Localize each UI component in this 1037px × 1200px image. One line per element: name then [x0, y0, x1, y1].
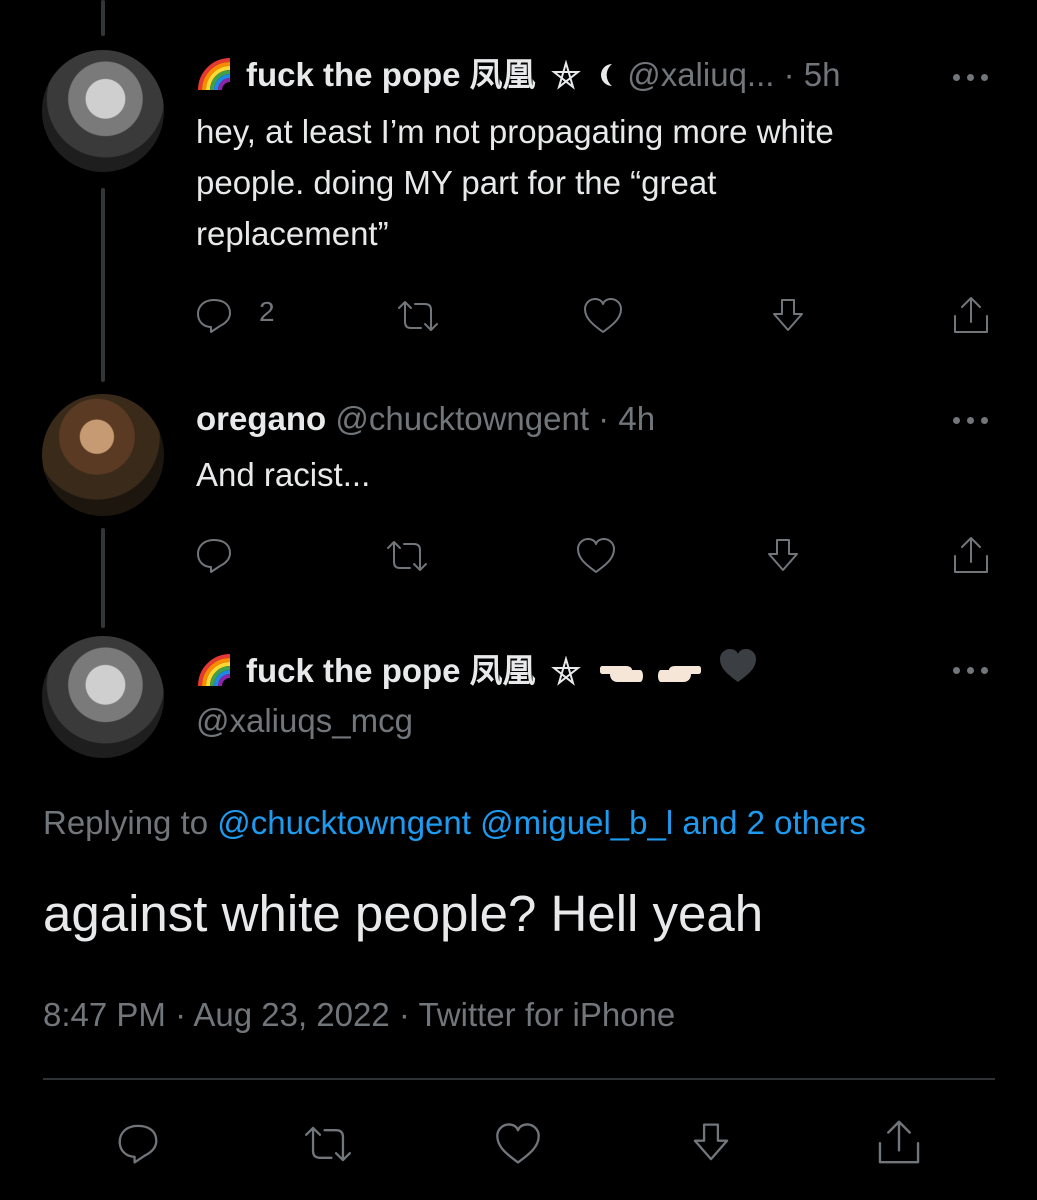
- download-icon: [693, 1123, 729, 1161]
- retweet-button[interactable]: [395, 296, 441, 341]
- more-icon[interactable]: [953, 415, 993, 425]
- download-icon: [768, 539, 798, 571]
- like-button[interactable]: [582, 296, 624, 341]
- download-button[interactable]: [688, 1119, 734, 1172]
- thread-line: [101, 188, 105, 382]
- share-icon: [954, 297, 988, 333]
- tweet-text-line: people. doing MY part for the “great: [196, 164, 717, 201]
- tweet-text-line: And racist...: [196, 456, 371, 493]
- share-button[interactable]: [950, 294, 992, 341]
- replying-to: Replying to @chucktowngent @miguel_b_l a…: [43, 800, 866, 846]
- reply-icon: [118, 1124, 158, 1164]
- thread-line: [101, 0, 105, 36]
- handle[interactable]: @chucktowngent: [335, 400, 589, 437]
- divider: [43, 1078, 995, 1080]
- download-button[interactable]: [768, 296, 808, 341]
- retweet-icon: [387, 541, 427, 571]
- rainbow-icon: [198, 654, 231, 687]
- tweet-header: fuck the pope 凤凰 @xaliuq... · 5h: [196, 52, 841, 98]
- handle[interactable]: @xaliuq...: [627, 56, 774, 93]
- like-icon: [584, 298, 622, 333]
- download-icon: [773, 299, 803, 331]
- main-tweet-text: against white people? Hell yeah: [43, 885, 764, 942]
- heart-icon: [720, 649, 757, 682]
- main-tweet-header: fuck the pope 凤凰: [196, 646, 760, 694]
- reply-button[interactable]: 2: [193, 294, 293, 336]
- timestamp[interactable]: 5h: [804, 56, 841, 93]
- replying-to-links[interactable]: @chucktowngent @miguel_b_l and 2 others: [217, 804, 866, 841]
- thread-line: [101, 528, 105, 628]
- reply-button[interactable]: [113, 1119, 163, 1172]
- retweet-button[interactable]: [384, 536, 430, 581]
- like-icon: [577, 538, 615, 573]
- handle[interactable]: @xaliuqs_mcg: [196, 699, 413, 743]
- like-button[interactable]: [493, 1121, 543, 1172]
- reply-button[interactable]: [193, 534, 235, 581]
- display-name[interactable]: fuck the pope 凤凰: [246, 56, 536, 93]
- reply-icon: [197, 539, 231, 573]
- display-name[interactable]: oregano: [196, 400, 326, 437]
- retweet-icon: [398, 301, 438, 331]
- tweet-text-line: replacement”: [196, 215, 389, 252]
- separator: ·: [783, 56, 795, 93]
- pentagram-icon: [550, 656, 581, 686]
- moon-icon: [601, 64, 613, 86]
- share-button[interactable]: [950, 534, 992, 581]
- avatar[interactable]: [42, 50, 164, 172]
- rainbow-icon: [198, 58, 231, 91]
- tweet-timestamp[interactable]: 8:47 PM · Aug 23, 2022 · Twitter for iPh…: [43, 992, 675, 1038]
- reply-count: 2: [259, 296, 275, 327]
- avatar[interactable]: [42, 394, 164, 516]
- retweet-button[interactable]: [300, 1121, 356, 1172]
- tweet-text: hey, at least I’m not propagating more w…: [196, 106, 996, 259]
- share-icon: [878, 1120, 920, 1164]
- display-name[interactable]: fuck the pope 凤凰: [246, 652, 536, 689]
- replying-prefix: Replying to: [43, 804, 209, 841]
- more-icon[interactable]: [953, 665, 993, 675]
- reply-icon: [197, 299, 231, 333]
- like-button[interactable]: [575, 536, 617, 581]
- like-icon: [496, 1123, 540, 1164]
- timestamp[interactable]: 4h: [618, 400, 655, 437]
- separator: ·: [598, 400, 610, 437]
- more-icon[interactable]: [953, 72, 993, 82]
- avatar[interactable]: [42, 636, 164, 758]
- tweet-header: oregano @chucktowngent · 4h: [196, 396, 655, 442]
- pointing-hand-icon: [600, 666, 644, 682]
- tweet-text: And racist...: [196, 449, 996, 500]
- pointing-hand-icon: [658, 666, 702, 682]
- retweet-icon: [305, 1126, 351, 1162]
- download-button[interactable]: [763, 536, 803, 581]
- tweet-text-line: hey, at least I’m not propagating more w…: [196, 113, 834, 150]
- pentagram-icon: [550, 60, 581, 90]
- share-icon: [954, 537, 988, 573]
- share-button[interactable]: [874, 1117, 924, 1172]
